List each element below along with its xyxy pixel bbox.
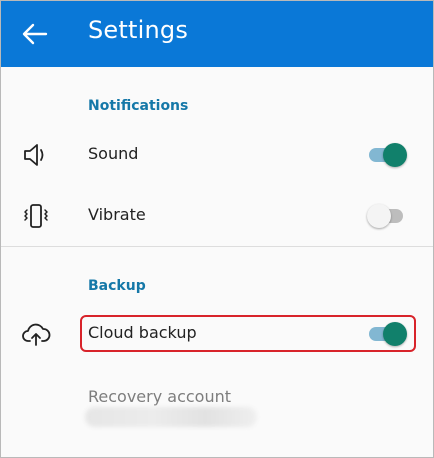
setting-label-cloud-backup: Cloud backup (88, 323, 197, 342)
cloud-backup-toggle[interactable] (367, 322, 411, 346)
section-divider (1, 246, 433, 247)
toggle-thumb (383, 143, 407, 167)
section-header-backup: Backup (88, 278, 146, 294)
app-bar: Settings (1, 1, 433, 67)
vibrate-toggle[interactable] (367, 204, 411, 228)
setting-label-sound: Sound (88, 144, 139, 163)
toggle-thumb (383, 322, 407, 346)
toggle-thumb (367, 204, 391, 228)
section-header-notifications: Notifications (88, 98, 189, 114)
phone-vibrate-icon (21, 201, 51, 231)
setting-label-vibrate: Vibrate (88, 205, 146, 224)
settings-screen: Settings Notifications Sound Vibrate Bac… (0, 0, 434, 458)
sound-toggle[interactable] (367, 143, 411, 167)
recovery-account-value-redacted (85, 407, 257, 427)
speaker-icon (21, 140, 51, 170)
setting-row-vibrate[interactable]: Vibrate (1, 188, 433, 244)
back-button[interactable] (15, 19, 55, 49)
arrow-left-icon (22, 23, 48, 45)
cloud-upload-icon (21, 319, 51, 349)
setting-row-sound[interactable]: Sound (1, 127, 433, 183)
recovery-account-label[interactable]: Recovery account (88, 387, 231, 406)
page-title: Settings (88, 16, 189, 44)
setting-row-cloud-backup[interactable]: Cloud backup (1, 306, 433, 362)
